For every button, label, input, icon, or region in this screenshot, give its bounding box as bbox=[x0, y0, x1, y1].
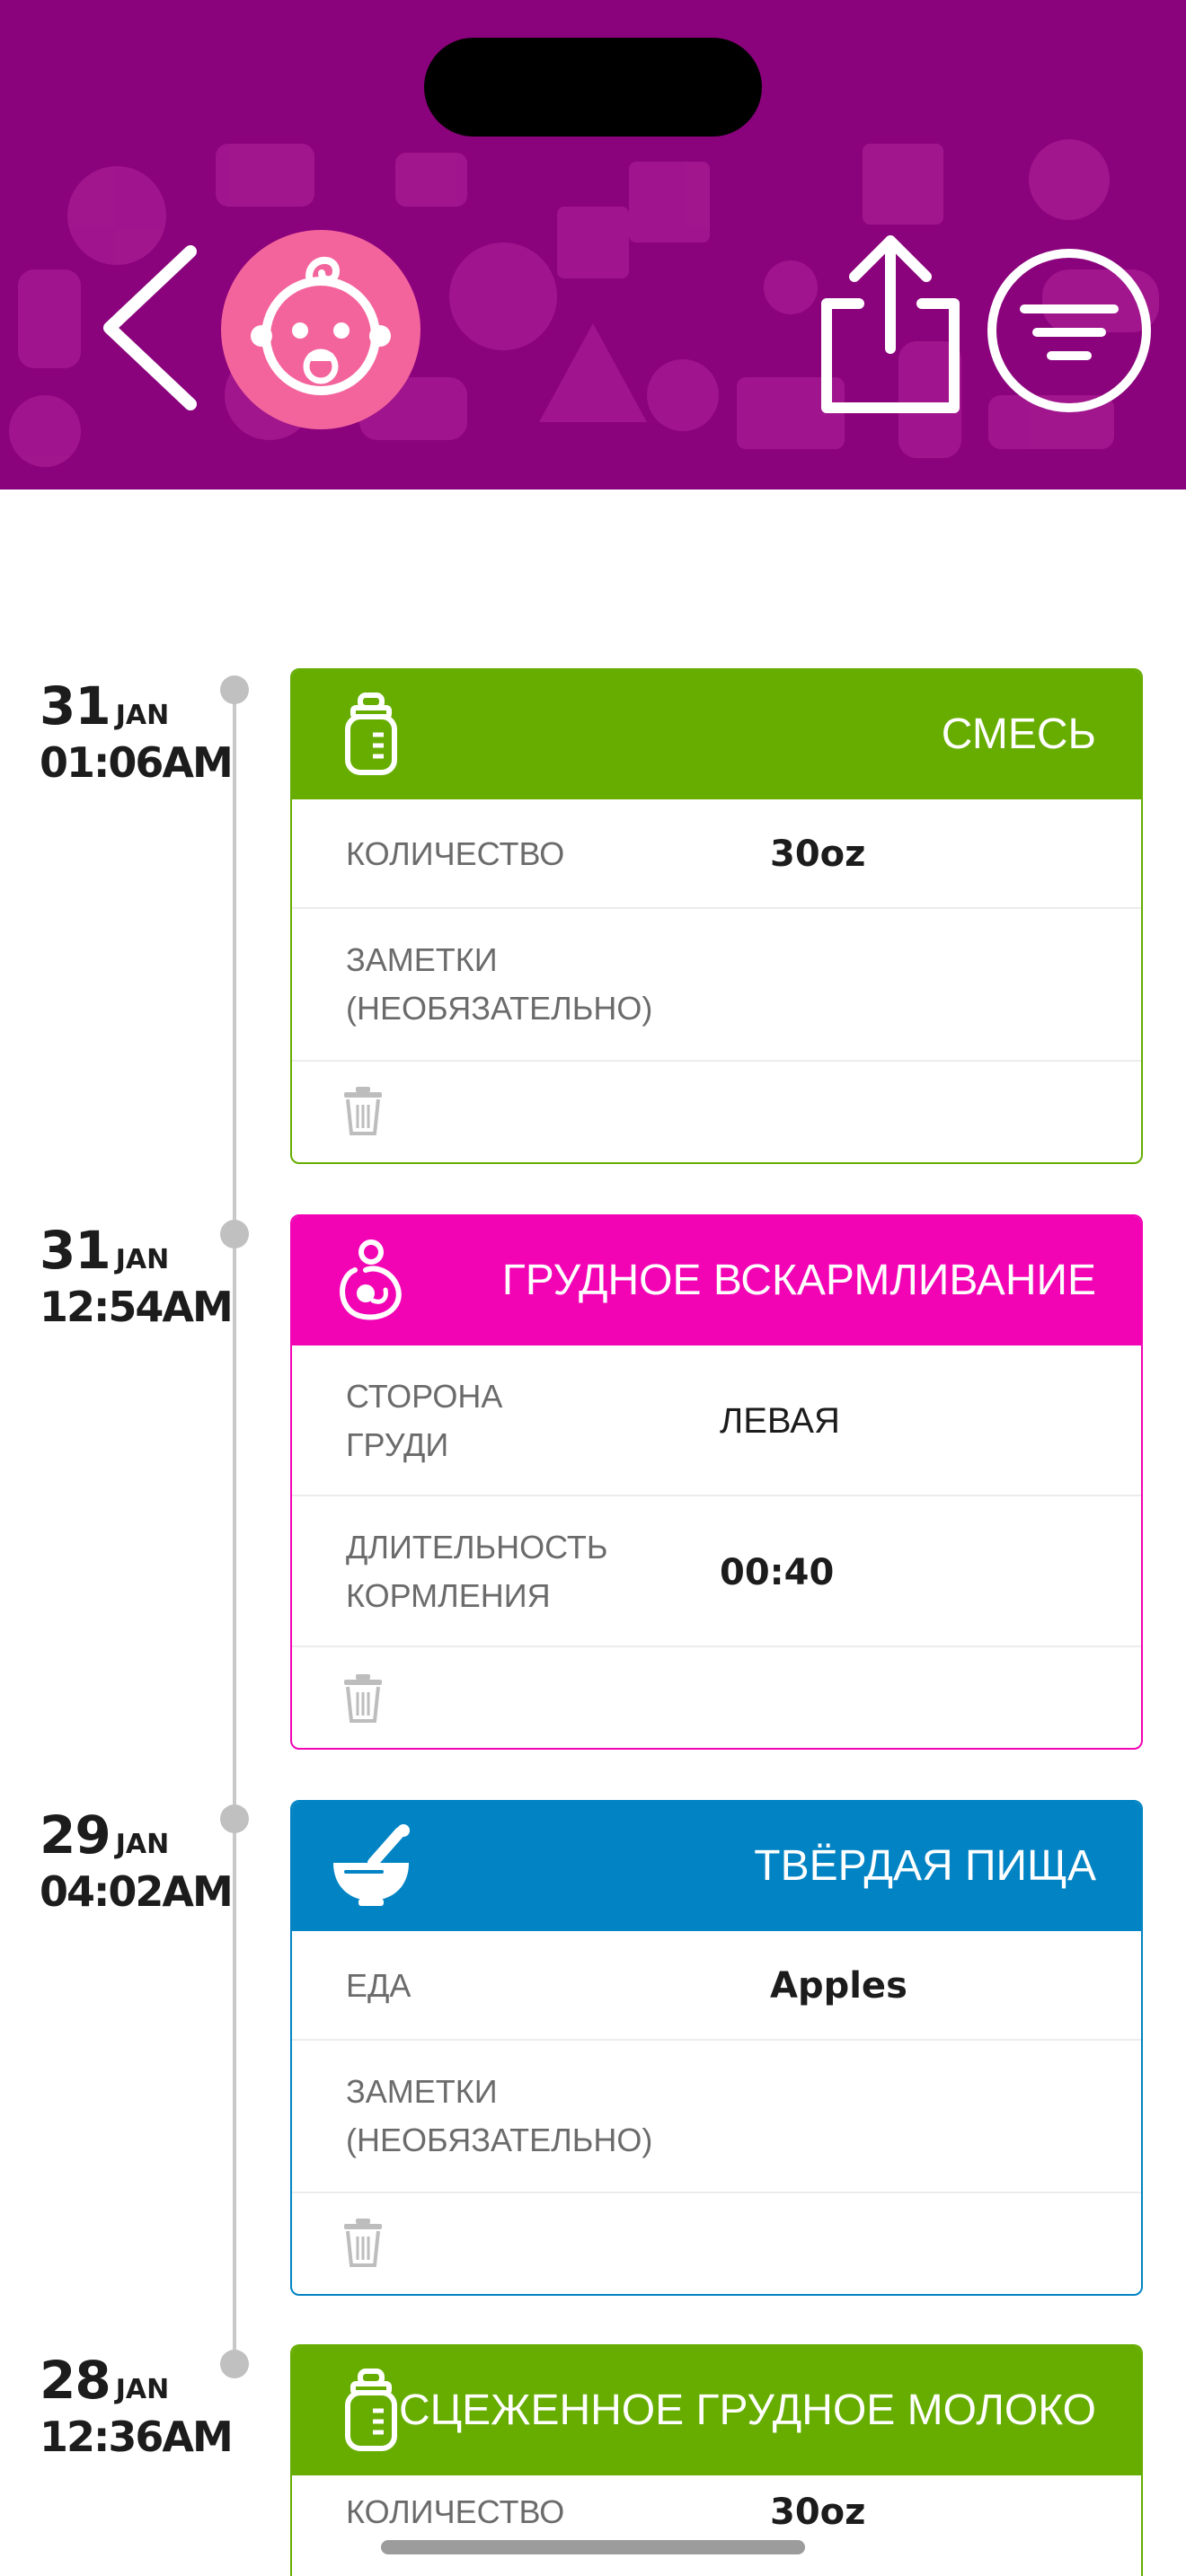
card-title: ТВЁРДАЯ ПИЩА bbox=[754, 1842, 1096, 1890]
camera-notch bbox=[424, 38, 762, 137]
detail-row-duration: ДЛИТЕЛЬНОСТЬ КОРМЛЕНИЯ 00:40 bbox=[292, 1496, 1141, 1647]
filter-button[interactable] bbox=[985, 246, 1154, 415]
entry-card-solid-food[interactable]: ТВЁРДАЯ ПИЩА ЕДА Apples ЗАМЕТКИ (НЕОБЯЗАТ… bbox=[290, 1800, 1143, 2296]
entry-month: JAN bbox=[115, 1244, 170, 1275]
share-icon bbox=[821, 235, 960, 413]
card-title: СМЕСЬ bbox=[941, 710, 1096, 758]
card-actions bbox=[292, 1647, 1141, 1748]
share-button[interactable] bbox=[814, 232, 967, 420]
baby-avatar[interactable] bbox=[221, 230, 420, 429]
row-label: СТОРОНА ГРУДИ bbox=[346, 1378, 503, 1463]
home-indicator[interactable] bbox=[381, 2540, 805, 2554]
chevron-left-icon bbox=[103, 245, 197, 410]
entry-month: JAN bbox=[115, 2374, 170, 2405]
row-value: ЛЕВАЯ bbox=[720, 1401, 840, 1441]
filter-icon bbox=[987, 249, 1151, 412]
entry-time: 01:06AM bbox=[40, 738, 234, 787]
row-value: 30oz bbox=[770, 834, 866, 875]
baby-bottle-icon bbox=[345, 693, 397, 775]
back-button[interactable] bbox=[90, 243, 216, 413]
entry-card-formula[interactable]: СМЕСЬ КОЛИЧЕСТВО 30oz ЗАМЕТКИ (НЕОБЯЗАТЕЛ… bbox=[290, 668, 1143, 1164]
row-label: ЕДА bbox=[346, 1967, 412, 2004]
entry-day: 29 bbox=[40, 1804, 111, 1866]
detail-row-amount: КОЛИЧЕСТВО 30oz bbox=[292, 2475, 1141, 2576]
entry-month: JAN bbox=[115, 700, 170, 731]
trash-icon[interactable] bbox=[342, 2217, 384, 2267]
mortar-pestle-icon bbox=[333, 1824, 410, 1906]
row-label: ЗАМЕТКИ (НЕОБЯЗАТЕЛЬНО) bbox=[346, 941, 653, 1027]
baby-face-icon bbox=[251, 256, 391, 395]
row-label: ЗАМЕТКИ (НЕОБЯЗАТЕЛЬНО) bbox=[346, 2073, 653, 2158]
entry-date: 31 JAN 12:54AM bbox=[40, 1220, 234, 1331]
row-value: Apples bbox=[770, 1965, 907, 2007]
row-label: КОЛИЧЕСТВО bbox=[346, 835, 565, 872]
detail-row-notes[interactable]: ЗАМЕТКИ (НЕОБЯЗАТЕЛЬНО) bbox=[292, 2041, 1141, 2193]
card-actions bbox=[292, 1062, 1141, 1160]
row-label: КОЛИЧЕСТВО bbox=[346, 2493, 565, 2530]
card-title: СЦЕЖЕННОЕ ГРУДНОЕ МОЛОКО bbox=[398, 2386, 1096, 2434]
trash-icon[interactable] bbox=[342, 1085, 384, 1135]
card-header: СМЕСЬ bbox=[292, 670, 1141, 799]
trash-icon[interactable] bbox=[342, 1672, 384, 1723]
row-label: ДЛИТЕЛЬНОСТЬ КОРМЛЕНИЯ bbox=[346, 1529, 608, 1614]
entry-date: 31 JAN 01:06AM bbox=[40, 675, 234, 787]
entry-time: 12:54AM bbox=[40, 1283, 234, 1331]
entry-month: JAN bbox=[115, 1829, 170, 1860]
entry-day: 28 bbox=[40, 2350, 111, 2411]
detail-row-notes[interactable]: ЗАМЕТКИ (НЕОБЯЗАТЕЛЬНО) bbox=[292, 909, 1141, 1062]
entry-day: 31 bbox=[40, 675, 111, 737]
breastfeeding-icon bbox=[340, 1239, 402, 1320]
timeline-line bbox=[233, 688, 236, 2366]
card-title: ГРУДНОЕ ВСКАРМЛИВАНИЕ bbox=[501, 1257, 1096, 1304]
entry-date: 28 JAN 12:36AM bbox=[40, 2350, 234, 2461]
entry-date: 29 JAN 04:02AM bbox=[40, 1804, 234, 1916]
card-actions bbox=[292, 2193, 1141, 2292]
card-header: СЦЕЖЕННОЕ ГРУДНОЕ МОЛОКО bbox=[292, 2346, 1141, 2475]
entry-card-breastfeeding[interactable]: ГРУДНОЕ ВСКАРМЛИВАНИЕ СТОРОНА ГРУДИ ЛЕВАЯ… bbox=[290, 1214, 1143, 1750]
entry-time: 04:02AM bbox=[40, 1867, 234, 1916]
detail-row-food: ЕДА Apples bbox=[292, 1931, 1141, 2041]
detail-row-side: СТОРОНА ГРУДИ ЛЕВАЯ bbox=[292, 1345, 1141, 1496]
detail-row-amount: КОЛИЧЕСТВО 30oz bbox=[292, 799, 1141, 909]
entry-time: 12:36AM bbox=[40, 2413, 234, 2461]
card-header: ГРУДНОЕ ВСКАРМЛИВАНИЕ bbox=[292, 1216, 1141, 1345]
entry-day: 31 bbox=[40, 1220, 111, 1281]
card-header: ТВЁРДАЯ ПИЩА bbox=[292, 1802, 1141, 1931]
row-value: 30oz bbox=[770, 2492, 866, 2533]
app-header bbox=[0, 0, 1186, 490]
row-value: 00:40 bbox=[720, 1552, 835, 1593]
